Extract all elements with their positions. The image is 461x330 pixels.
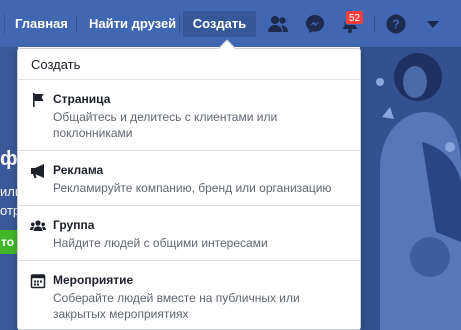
- svg-text:?: ?: [392, 17, 400, 32]
- menu-item-event[interactable]: Мероприятие Соберайте людей вместе на пу…: [18, 261, 360, 330]
- menu-item-description: Соберайте людей вместе на публичных или …: [53, 291, 300, 321]
- menu-item-description: Рекламируйте компанию, бренд или организ…: [53, 181, 332, 195]
- menu-item-title: Страница: [53, 92, 111, 106]
- menu-item-title: Группа: [53, 218, 95, 232]
- menu-item-ad[interactable]: Реклама Рекламируйте компанию, бренд или…: [18, 151, 360, 206]
- group-icon: [30, 218, 46, 234]
- dropdown-header: Создать: [18, 49, 360, 80]
- menu-item-title: Мероприятие: [53, 273, 134, 287]
- find-friends-link[interactable]: Найти друзей: [89, 11, 176, 37]
- create-button[interactable]: Создать: [183, 11, 256, 37]
- nav-divider: [179, 15, 180, 33]
- account-menu-chevron-icon[interactable]: [422, 13, 440, 35]
- menu-item-title: Реклама: [53, 163, 104, 177]
- nav-edge-divider: [0, 14, 5, 34]
- megaphone-icon: [30, 163, 46, 179]
- notifications-count-badge: 52: [345, 10, 365, 25]
- menu-item-description: Найдите людей с общими интересами: [53, 236, 268, 250]
- create-dropdown-menu: Создать Страница Общайтесь и делитесь с …: [17, 39, 361, 330]
- calendar-icon: [30, 273, 46, 289]
- menu-item-page[interactable]: Страница Общайтесь и делитесь с клиентам…: [18, 80, 360, 151]
- friend-requests-icon[interactable]: [267, 13, 289, 35]
- home-link[interactable]: Главная: [15, 11, 68, 37]
- flag-icon: [30, 92, 46, 108]
- menu-item-description: Общайтесь и делитесь с клиентами или пок…: [53, 110, 278, 140]
- menu-item-group[interactable]: Группа Найдите людей с общими интересами: [18, 206, 360, 261]
- messenger-icon[interactable]: [304, 13, 326, 35]
- help-icon[interactable]: ?: [385, 13, 407, 35]
- background-illustration: [360, 47, 461, 330]
- background-green-button[interactable]: то: [0, 230, 17, 254]
- nav-divider: [374, 15, 375, 33]
- nav-divider: [76, 15, 77, 33]
- top-navigation-bar: Главная Найти друзей Создать 52 ?: [0, 0, 461, 47]
